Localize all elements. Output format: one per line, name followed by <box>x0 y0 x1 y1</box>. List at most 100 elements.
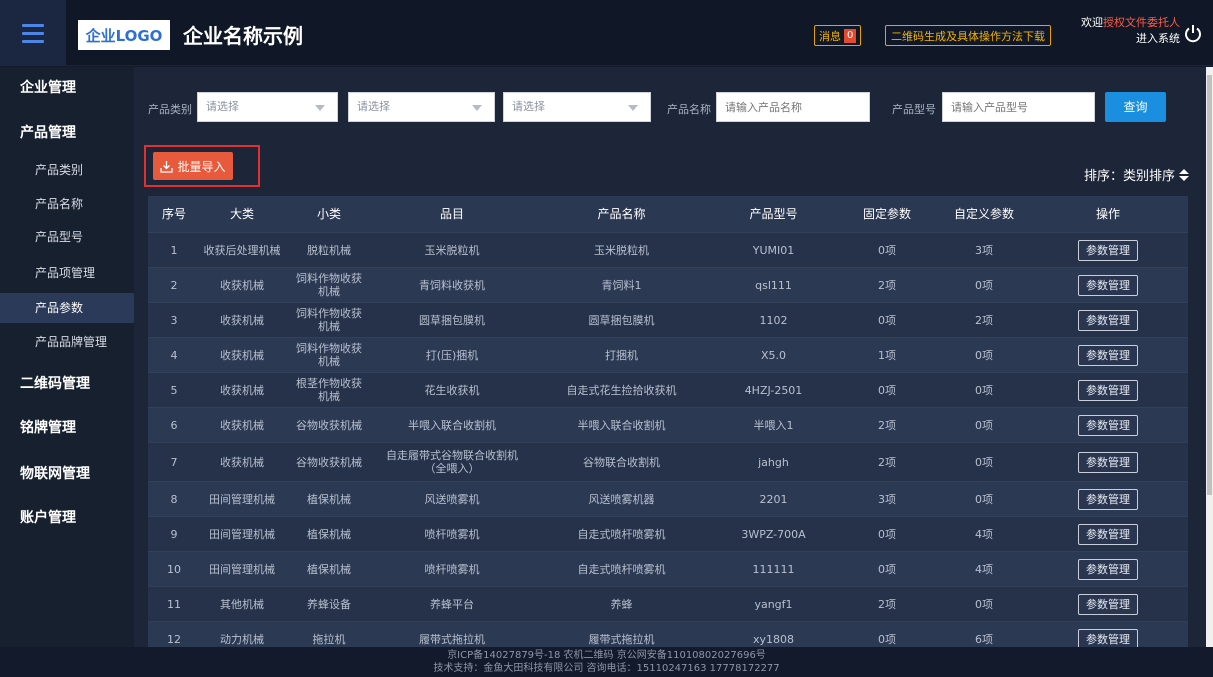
menu-icon[interactable] <box>0 0 66 66</box>
category-select-3[interactable]: 请选择 <box>503 92 651 122</box>
welcome-user-link[interactable]: 授权文件委托人 <box>1103 16 1180 29</box>
parameter-management-button[interactable]: 参数管理 <box>1078 593 1138 615</box>
company-name: 企业名称示例 <box>183 24 303 48</box>
parameter-management-button[interactable]: 参数管理 <box>1078 379 1138 401</box>
parameter-management-button[interactable]: 参数管理 <box>1078 488 1138 510</box>
parameter-management-button[interactable]: 参数管理 <box>1078 414 1138 436</box>
table-cell: yangf1 <box>754 597 793 611</box>
table-action-cell: 参数管理 <box>1028 482 1188 516</box>
sidebar-group-enterprise[interactable]: 企业管理 <box>20 77 76 97</box>
batch-import-button[interactable]: 批量导入 <box>153 152 233 180</box>
batch-import-label: 批量导入 <box>177 159 226 174</box>
table-cell: 自走式喷杆喷雾机 <box>577 562 666 576</box>
table-cell: 4 <box>170 348 178 362</box>
table-cell: 9 <box>170 527 178 541</box>
parameter-management-button[interactable]: 参数管理 <box>1078 451 1138 473</box>
table-header-cell: 自定义参数 <box>953 206 1014 221</box>
category-select-1[interactable]: 请选择 <box>197 92 338 122</box>
sidebar-group-iot[interactable]: 物联网管理 <box>20 463 90 483</box>
table-cell: YUMI01 <box>752 243 795 257</box>
footer-icp-text: 京ICP备14027879号-18 农机二维码 京公网安备11010802027… <box>447 650 766 661</box>
parameters-table: 序号 大类 小类 品目 产品名称 产品型号 固定参数 自定义参数 操作 1 收获后处理机械 脱粒机械… <box>148 196 1188 647</box>
table-header-cell: 固定参数 <box>862 206 911 221</box>
table-cell: 收获机械 <box>220 418 264 432</box>
table-cell: 4HZJ-2501 <box>744 383 803 397</box>
table-cell: jahgh <box>758 455 789 469</box>
sidebar-group-nameplate[interactable]: 铭牌管理 <box>20 417 76 437</box>
table-cell: 0项 <box>975 492 993 506</box>
table-cell: 自走履带式谷物联合收割机（全喂入） <box>386 449 518 475</box>
power-icon[interactable] <box>1183 24 1203 44</box>
welcome-prefix: 欢迎 <box>1081 16 1103 29</box>
sidebar-group-product[interactable]: 产品管理 <box>20 122 76 142</box>
page-scrollbar[interactable] <box>1206 67 1213 647</box>
import-highlight-frame: 批量导入 <box>144 145 260 187</box>
table-header: 序号 大类 小类 品目 产品名称 产品型号 固定参数 自定义参数 操作 <box>148 196 1188 232</box>
table-cell: 根茎作物收获机械 <box>296 377 362 403</box>
table-row: 2 收获机械 饲料作物收获机械 青饲料收获机 青饲料1 qsl111 2项 0项 参数管理 <box>148 267 1188 302</box>
table-cell: 谷物收获机械 <box>296 418 362 432</box>
category-select-2[interactable]: 请选择 <box>348 92 495 122</box>
table-cell: 青饲料1 <box>601 278 642 292</box>
table-cell: xy1808 <box>752 632 794 646</box>
table-cell: 半喂入联合收割机 <box>408 418 496 432</box>
sort-control[interactable]: 排序：类别排序 <box>1084 165 1190 184</box>
scrollbar-thumb[interactable] <box>1207 75 1212 495</box>
parameter-management-button[interactable]: 参数管理 <box>1078 558 1138 580</box>
table-cell: 2201 <box>759 492 788 506</box>
table-cell: 收获机械 <box>220 348 264 362</box>
table-cell: 1102 <box>759 313 788 327</box>
sidebar-item-product-name[interactable]: 产品名称 <box>0 189 134 219</box>
table-header-cell: 品目 <box>439 206 464 221</box>
table-cell: 饲料作物收获机械 <box>296 272 362 298</box>
table-cell: 履带式拖拉机 <box>588 632 655 646</box>
table-cell: 半喂入1 <box>753 418 794 432</box>
table-cell: 0项 <box>975 278 993 292</box>
sidebar-item-product-category[interactable]: 产品类别 <box>0 155 134 185</box>
parameter-management-button[interactable]: 参数管理 <box>1078 628 1138 647</box>
parameter-management-button[interactable]: 参数管理 <box>1078 274 1138 296</box>
messages-button[interactable]: 消息 0 <box>814 25 862 46</box>
table-row: 3 收获机械 饲料作物收获机械 圆草捆包膜机 圆草捆包膜机 1102 0项 2项 参数管理 <box>148 302 1188 337</box>
sidebar-group-account[interactable]: 账户管理 <box>20 507 76 527</box>
table-cell: 2 <box>170 278 178 292</box>
product-model-input[interactable] <box>942 92 1095 122</box>
table-cell: 自走式花生捡拾收获机 <box>566 383 677 397</box>
table-header-cell: 大类 <box>229 206 254 221</box>
table-cell: 3 <box>170 313 178 327</box>
table-action-cell: 参数管理 <box>1028 338 1188 372</box>
table-cell: 田间管理机械 <box>209 492 275 506</box>
table-cell: 收获机械 <box>220 313 264 327</box>
table-cell: 花生收获机 <box>424 383 480 397</box>
query-button[interactable]: 查询 <box>1105 92 1166 122</box>
table-cell: 风送喷雾机器 <box>588 492 655 506</box>
table-cell: 饲料作物收获机械 <box>296 342 362 368</box>
table-cell: 圆草捆包膜机 <box>588 313 655 327</box>
parameter-management-button[interactable]: 参数管理 <box>1078 239 1138 261</box>
main-content: 产品类别 请选择 请选择 请选择 产品名称 产品型号 查询 批量导入 排序：类别… <box>134 67 1206 647</box>
parameter-management-button[interactable]: 参数管理 <box>1078 344 1138 366</box>
table-action-cell: 参数管理 <box>1028 443 1188 481</box>
table-action-cell: 参数管理 <box>1028 552 1188 586</box>
table-cell: 3项 <box>878 492 896 506</box>
category-filter-label: 产品类别 <box>148 103 192 116</box>
table-cell: 2项 <box>878 418 896 432</box>
parameter-management-button[interactable]: 参数管理 <box>1078 523 1138 545</box>
table-row: 7 收获机械 谷物收获机械 自走履带式谷物联合收割机（全喂入） 谷物联合收割机 jahgh… <box>148 442 1188 481</box>
sidebar: 企业管理 产品管理 产品类别 产品名称 产品型号 产品项管理 产品参数 产品品牌… <box>0 67 134 647</box>
sidebar-item-product-parameters[interactable]: 产品参数 <box>0 293 134 323</box>
sidebar-item-product-item-management[interactable]: 产品项管理 <box>0 258 134 288</box>
qr-download-button[interactable]: 二维码生成及具体操作方法下载 <box>885 25 1051 46</box>
sidebar-item-product-brand-management[interactable]: 产品品牌管理 <box>0 327 134 357</box>
sidebar-group-qrcode[interactable]: 二维码管理 <box>20 373 90 393</box>
table-cell: 半喂入联合收割机 <box>577 418 666 432</box>
parameter-management-button[interactable]: 参数管理 <box>1078 309 1138 331</box>
table-cell: 收获机械 <box>220 383 264 397</box>
sidebar-item-product-model[interactable]: 产品型号 <box>0 222 134 252</box>
footer: 京ICP备14027879号-18 农机二维码 京公网安备11010802027… <box>0 647 1213 677</box>
table-cell: 0项 <box>878 527 896 541</box>
footer-support-text: 技术支持：金鱼大田科技有限公司 咨询电话：15110247163 1777817… <box>433 663 780 674</box>
product-name-input[interactable] <box>716 92 870 122</box>
table-cell: 养蜂设备 <box>307 597 351 611</box>
table-cell: 0项 <box>878 313 896 327</box>
